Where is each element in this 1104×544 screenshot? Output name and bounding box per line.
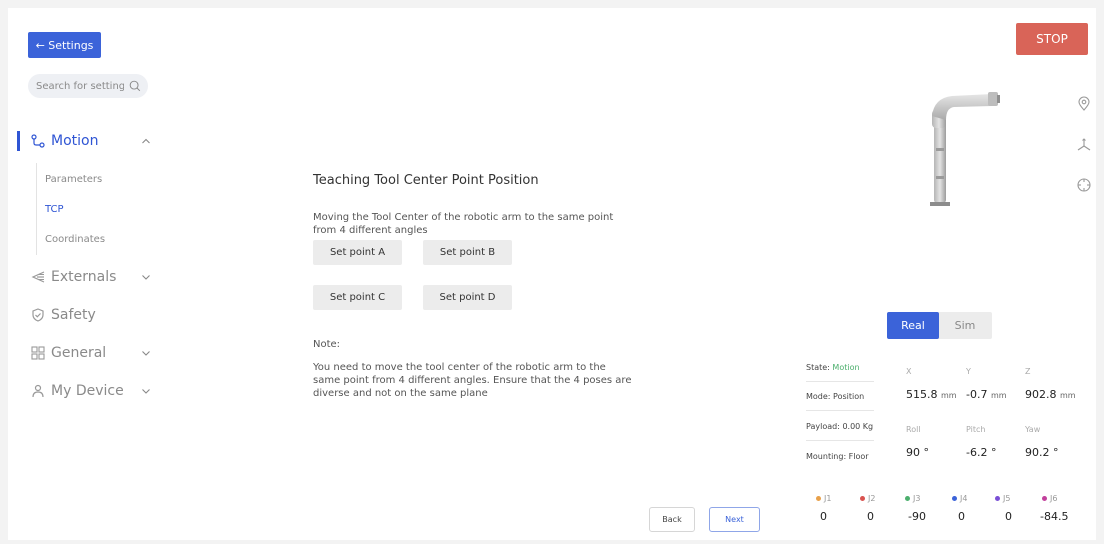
joint-dot-icon xyxy=(1042,496,1047,501)
y-value: -0.7 mm xyxy=(966,388,1007,401)
submenu-line xyxy=(36,163,37,255)
sidebar-item-motion[interactable]: Motion xyxy=(8,127,158,155)
joint-label-j1: J1 xyxy=(816,494,831,503)
z-label: Z xyxy=(1025,367,1031,376)
state-info: State: Motion xyxy=(806,363,874,372)
back-button[interactable]: Back xyxy=(649,507,695,532)
mounting-info: Mounting: Floor xyxy=(806,452,869,461)
x-value: 515.8 mm xyxy=(906,388,957,401)
joint-label-text: J3 xyxy=(913,494,921,503)
joint-label-j6: J6 xyxy=(1042,494,1057,503)
joint-dot-icon xyxy=(952,496,957,501)
user-icon xyxy=(30,383,46,399)
motion-path-icon xyxy=(30,133,46,149)
joint-value-j2: 0 xyxy=(867,510,874,523)
sidebar-subitem-tcp[interactable]: TCP xyxy=(45,204,64,215)
location-pin-icon[interactable] xyxy=(1076,96,1092,112)
shield-icon xyxy=(30,307,46,323)
set-point-d-button[interactable]: Set point D xyxy=(423,285,512,310)
yaw-label: Yaw xyxy=(1025,425,1041,434)
axes-icon[interactable] xyxy=(1076,137,1092,153)
sim-toggle-option[interactable]: Sim xyxy=(939,312,991,339)
set-point-c-button[interactable]: Set point C xyxy=(313,285,402,310)
externals-icon xyxy=(30,269,46,285)
sidebar-item-label: General xyxy=(51,345,107,361)
z-number: 902.8 xyxy=(1025,388,1057,401)
x-number: 515.8 xyxy=(906,388,938,401)
real-sim-toggle[interactable]: Real Sim xyxy=(887,312,992,339)
pitch-label: Pitch xyxy=(966,425,986,434)
sidebar-item-label: My Device xyxy=(51,383,124,399)
joint-label-text: J4 xyxy=(960,494,968,503)
joint-label-j2: J2 xyxy=(860,494,875,503)
page-title: Teaching Tool Center Point Position xyxy=(313,173,539,188)
sidebar-item-label: Motion xyxy=(51,133,99,149)
joint-label-j5: J5 xyxy=(995,494,1010,503)
divider xyxy=(806,381,874,382)
z-value: 902.8 mm xyxy=(1025,388,1076,401)
z-unit: mm xyxy=(1060,391,1076,400)
sidebar-item-general[interactable]: General xyxy=(8,339,158,367)
joint-label-text: J1 xyxy=(824,494,832,503)
joint-label-text: J5 xyxy=(1003,494,1011,503)
chevron-down-icon[interactable] xyxy=(140,347,152,359)
real-toggle-option[interactable]: Real xyxy=(887,312,939,339)
sidebar-item-my-device[interactable]: My Device xyxy=(8,377,158,405)
yaw-value: 90.2 ° xyxy=(1025,446,1059,459)
app-window: ← Settings Motion Pa xyxy=(8,8,1096,540)
y-unit: mm xyxy=(990,391,1007,400)
x-label: X xyxy=(906,367,912,376)
robot-arm-image xyxy=(930,92,1000,206)
note-label: Note: xyxy=(313,339,341,350)
joint-dot-icon xyxy=(816,496,821,501)
joint-value-j3: -90 xyxy=(908,510,926,523)
payload-info: Payload: 0.00 Kg xyxy=(806,422,874,431)
joint-label-j4: J4 xyxy=(952,494,967,503)
joint-label-text: J6 xyxy=(1050,494,1058,503)
sidebar: ← Settings Motion Pa xyxy=(8,8,158,540)
crosshair-icon[interactable] xyxy=(1076,177,1092,193)
joint-dot-icon xyxy=(905,496,910,501)
roll-value: 90 ° xyxy=(906,446,929,459)
note-text: You need to move the tool center of the … xyxy=(313,362,632,399)
joint-value-j5: 0 xyxy=(1005,510,1012,523)
chevron-up-icon[interactable] xyxy=(140,135,152,147)
state-value: Motion xyxy=(832,363,860,372)
x-unit: mm xyxy=(941,391,957,400)
joint-value-j1: 0 xyxy=(820,510,827,523)
joint-label-j3: J3 xyxy=(905,494,920,503)
joint-dot-icon xyxy=(860,496,865,501)
chevron-down-icon[interactable] xyxy=(140,271,152,283)
divider xyxy=(806,410,874,411)
joint-value-j4: 0 xyxy=(958,510,965,523)
joint-label-text: J2 xyxy=(868,494,876,503)
sidebar-subitem-coordinates[interactable]: Coordinates xyxy=(45,234,105,245)
grid-icon xyxy=(30,345,46,361)
state-label: State: xyxy=(806,363,830,372)
next-button[interactable]: Next xyxy=(709,507,760,532)
sidebar-item-label: Externals xyxy=(51,269,117,285)
chevron-down-icon[interactable] xyxy=(140,385,152,397)
mode-info: Mode: Position xyxy=(806,392,865,401)
roll-label: Roll xyxy=(906,425,921,434)
search-icon[interactable] xyxy=(128,79,142,93)
sidebar-item-label: Safety xyxy=(51,307,96,323)
sidebar-item-safety[interactable]: Safety xyxy=(8,301,158,329)
stop-button[interactable]: STOP xyxy=(1016,23,1088,55)
sidebar-item-externals[interactable]: Externals xyxy=(8,263,158,291)
y-label: Y xyxy=(966,367,971,376)
joint-value-j6: -84.5 xyxy=(1040,510,1069,523)
search-input[interactable] xyxy=(36,80,124,92)
tcp-description: Moving the Tool Center of the robotic ar… xyxy=(313,212,614,236)
pitch-value: -6.2 ° xyxy=(966,446,997,459)
search-bar[interactable] xyxy=(28,74,148,98)
joint-dot-icon xyxy=(995,496,1000,501)
sidebar-subitem-parameters[interactable]: Parameters xyxy=(45,174,102,185)
back-to-settings-label: ← Settings xyxy=(35,38,94,52)
set-point-a-button[interactable]: Set point A xyxy=(313,240,402,265)
y-number: -0.7 xyxy=(966,388,988,401)
divider xyxy=(806,440,874,441)
back-to-settings-button[interactable]: ← Settings xyxy=(28,32,101,58)
set-point-b-button[interactable]: Set point B xyxy=(423,240,512,265)
